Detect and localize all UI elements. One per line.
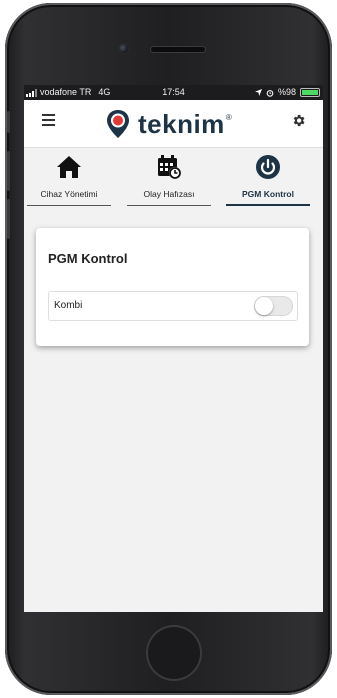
volume-up-button (7, 151, 10, 191)
tab-olay-hafizasi[interactable]: Olay Hafızası (124, 148, 214, 212)
alarm-icon (266, 89, 274, 97)
menu-button[interactable] (42, 114, 55, 126)
location-arrow-icon (254, 89, 262, 96)
volume-down-button (7, 199, 10, 239)
status-bar: vodafone TR 4G 17:54 %98 (24, 85, 323, 100)
card-title: PGM Kontrol (48, 251, 128, 266)
tab-cihaz-yonetimi[interactable]: Cihaz Yönetimi (24, 148, 114, 212)
app-header: teknim ® (24, 100, 323, 148)
brand-logo: teknim ® (106, 109, 232, 139)
battery-icon (300, 88, 320, 97)
earpiece-speaker (151, 47, 205, 52)
toggle-knob (255, 297, 273, 315)
tab-label: PGM Kontrol (242, 189, 294, 199)
hamburger-menu-icon (42, 114, 55, 116)
tab-underline-active (226, 204, 310, 206)
home-button[interactable] (146, 625, 202, 681)
brand-name: teknim (138, 109, 225, 139)
battery-percent: %98 (277, 87, 296, 97)
tab-bar: Cihaz Yönetimi Olay Hafızası PGM Kontrol (24, 148, 323, 212)
pgm-item-row: Kombi (48, 291, 298, 321)
pgm-control-card: PGM Kontrol Kombi (36, 228, 309, 346)
power-icon (256, 155, 280, 179)
status-right: %98 (254, 85, 320, 100)
gear-icon[interactable] (291, 113, 306, 128)
mute-switch (7, 111, 10, 133)
home-icon (57, 156, 81, 178)
location-pin-icon (107, 110, 129, 138)
tab-label: Olay Hafızası (143, 189, 195, 199)
tab-underline (27, 205, 111, 206)
tab-pgm-kontrol[interactable]: PGM Kontrol (223, 148, 313, 212)
tab-label: Cihaz Yönetimi (40, 189, 98, 199)
kombi-toggle[interactable] (254, 296, 293, 316)
app-screen: vodafone TR 4G 17:54 %98 teknim ® Cihaz … (24, 85, 323, 612)
front-camera (119, 44, 128, 53)
tab-underline (127, 205, 211, 206)
brand-registered-mark: ® (225, 113, 232, 122)
pgm-item-label: Kombi (54, 300, 83, 311)
calendar-clock-icon (158, 155, 181, 179)
